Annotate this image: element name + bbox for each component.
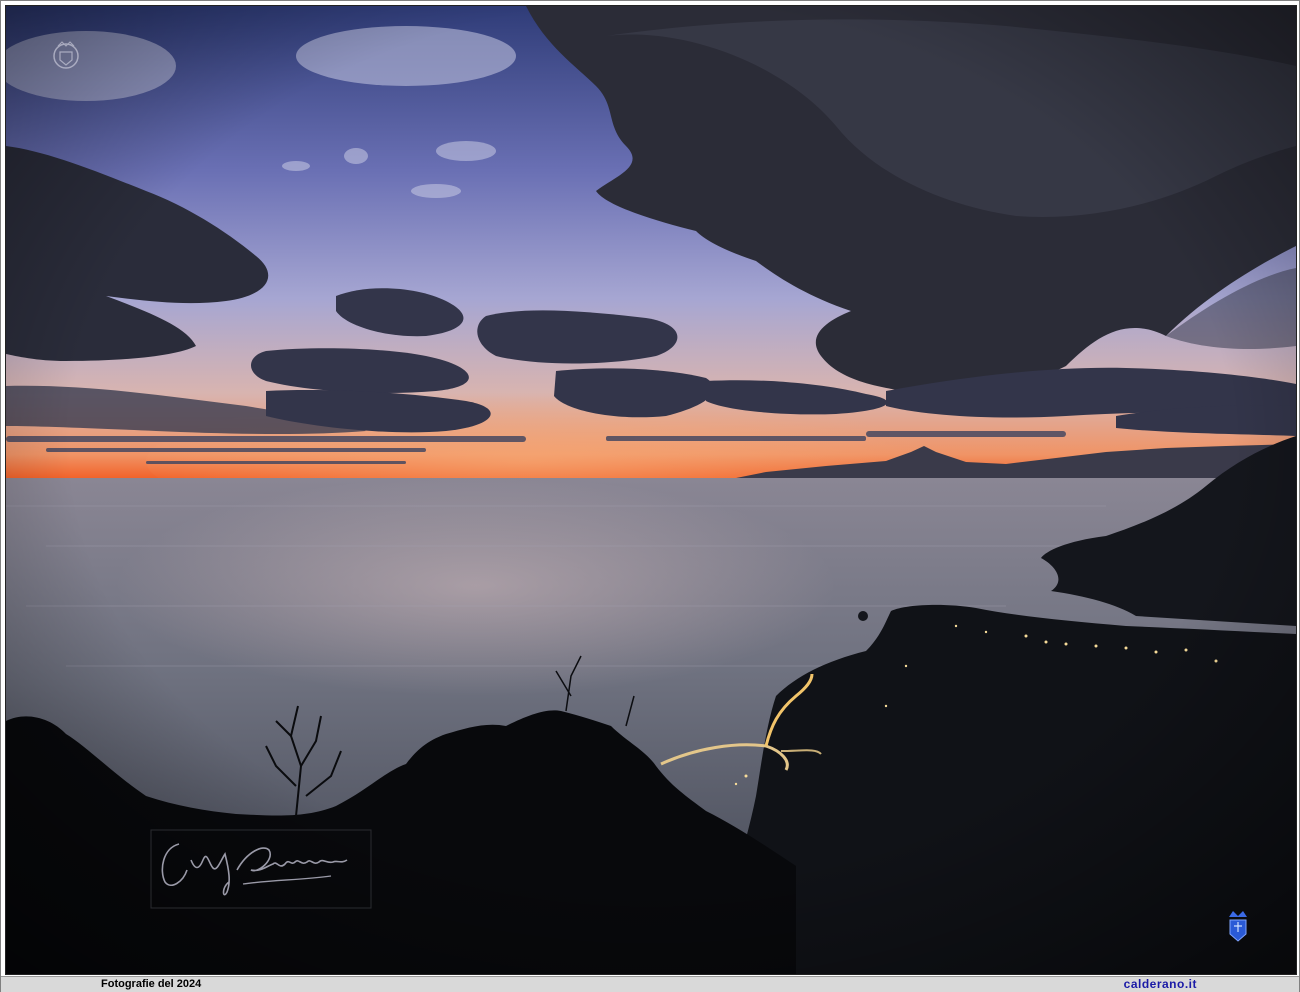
site-link[interactable]: calderano.it — [1124, 977, 1197, 992]
landscape-photo — [6, 6, 1296, 974]
photo-container — [5, 5, 1297, 975]
footer-caption: Fotografie del 2024 — [101, 978, 202, 990]
page-frame: Fotografie del 2024 calderano.it — [0, 0, 1300, 992]
footer-bar: Fotografie del 2024 calderano.it — [1, 976, 1299, 992]
